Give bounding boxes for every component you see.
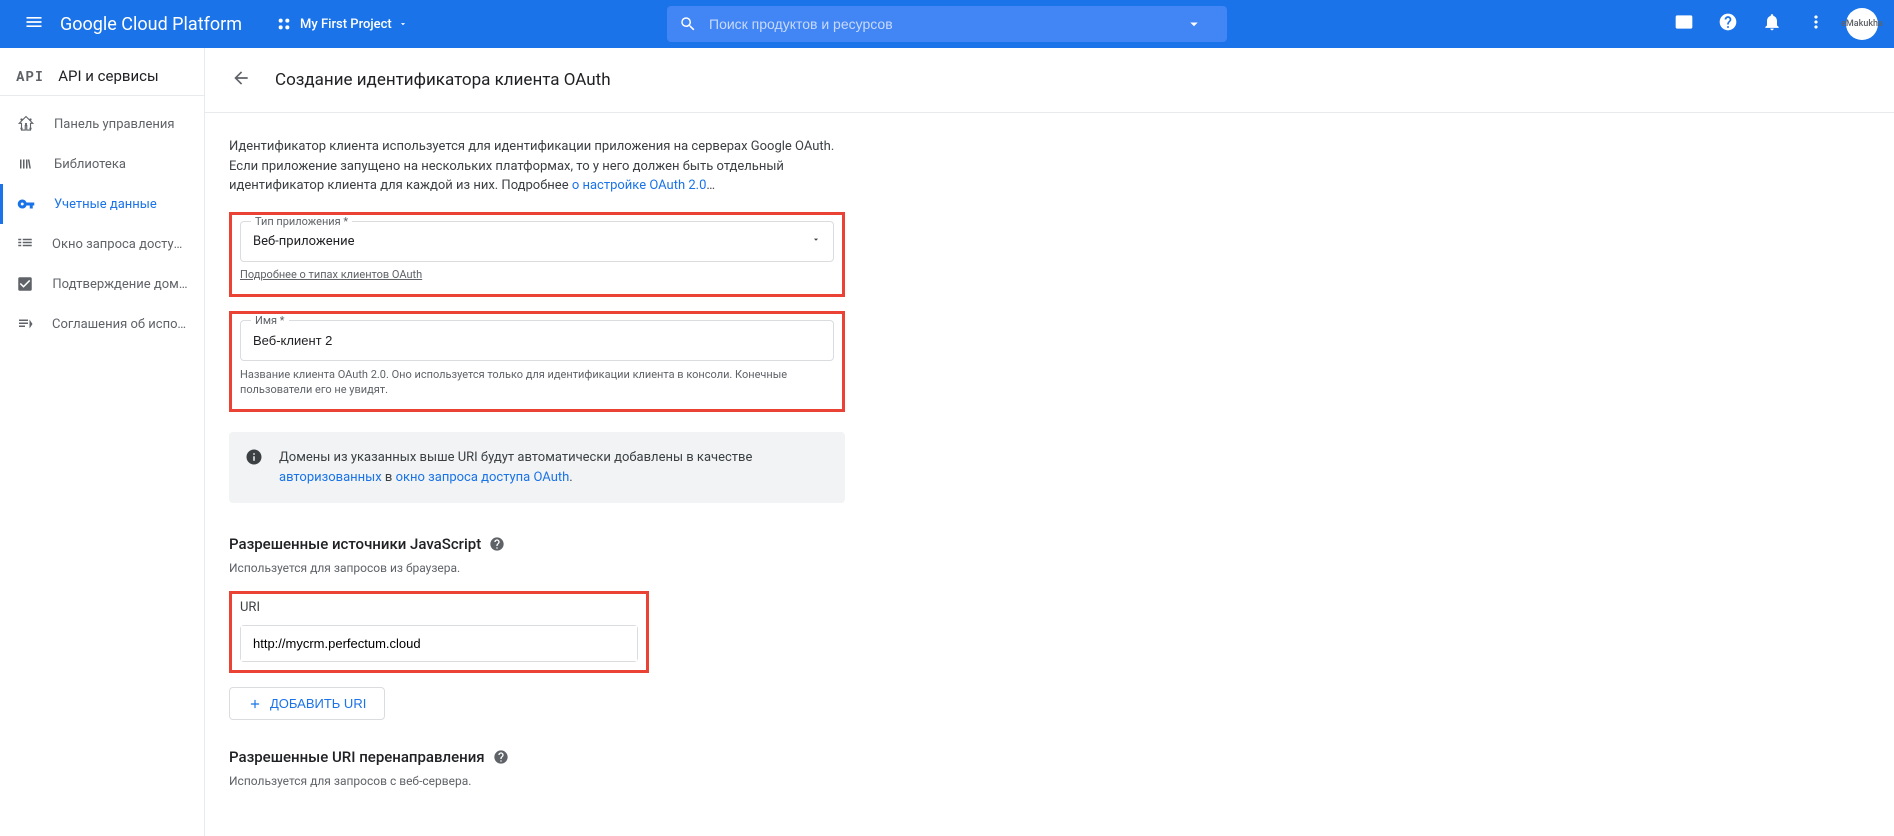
app-type-field[interactable]: Тип приложения * Веб-приложение bbox=[240, 221, 834, 262]
redirect-uris-section: Разрешенные URI перенаправления Использу… bbox=[229, 748, 845, 788]
sidebar-item-credentials[interactable]: Учетные данные bbox=[0, 184, 204, 224]
sidebar-header[interactable]: API API и сервисы bbox=[0, 56, 204, 96]
library-icon bbox=[16, 154, 36, 174]
user-avatar[interactable]: eMakukha bbox=[1846, 8, 1878, 40]
js-origins-section: Разрешенные источники JavaScript Использ… bbox=[229, 535, 845, 720]
sidebar-item-label: Панель управления bbox=[54, 117, 175, 132]
plus-icon bbox=[248, 697, 262, 711]
info-banner-text: Домены из указанных выше URI будут автом… bbox=[279, 448, 829, 487]
highlight-uri: URI bbox=[229, 591, 649, 673]
sidebar-item-label: Соглашения об использов... bbox=[52, 317, 188, 332]
header-actions: eMakukha bbox=[1666, 4, 1878, 44]
info-icon bbox=[245, 448, 263, 466]
menu-hamburger-icon[interactable] bbox=[16, 4, 52, 44]
uri-label: URI bbox=[240, 600, 638, 615]
sidebar-item-label: Подтверждение домена bbox=[52, 277, 188, 292]
back-arrow-icon[interactable] bbox=[225, 62, 257, 98]
name-label: Имя * bbox=[251, 314, 289, 327]
sidebar-item-dashboard[interactable]: Панель управления bbox=[0, 104, 204, 144]
add-uri-button[interactable]: ДОБАВИТЬ URI bbox=[229, 687, 385, 720]
highlight-app-type: Тип приложения * Веб-приложение Подробне… bbox=[229, 212, 845, 297]
name-input[interactable] bbox=[241, 321, 833, 360]
sidebar-item-domain-verify[interactable]: Подтверждение домена bbox=[0, 264, 204, 304]
agreement-icon bbox=[16, 314, 34, 334]
highlight-name: Имя * Название клиента OAuth 2.0. Оно ис… bbox=[229, 311, 845, 413]
uri-input[interactable] bbox=[241, 626, 637, 661]
js-origins-desc: Используется для запросов из браузера. bbox=[229, 561, 845, 575]
help-icon[interactable] bbox=[493, 749, 509, 765]
sidebar-item-library[interactable]: Библиотека bbox=[0, 144, 204, 184]
app-type-label: Тип приложения * bbox=[251, 215, 352, 228]
chevron-down-icon[interactable] bbox=[1185, 15, 1203, 33]
redirect-uris-title: Разрешенные URI перенаправления bbox=[229, 748, 845, 766]
sidebar-item-label: Окно запроса доступа OAu... bbox=[52, 237, 188, 252]
project-name: My First Project bbox=[300, 17, 392, 32]
chevron-down-icon bbox=[398, 19, 408, 29]
sidebar: API API и сервисы Панель управления Библ… bbox=[0, 48, 205, 836]
top-header: Google Cloud Platform My First Project e… bbox=[0, 0, 1894, 48]
search-container bbox=[667, 6, 1227, 42]
sidebar-item-label: Учетные данные bbox=[54, 197, 157, 212]
oauth-consent-link[interactable]: окно запроса доступа OAuth bbox=[396, 470, 570, 485]
info-banner: Домены из указанных выше URI будут автом… bbox=[229, 432, 845, 503]
cloud-shell-icon[interactable] bbox=[1666, 4, 1702, 44]
sidebar-item-agreements[interactable]: Соглашения об использов... bbox=[0, 304, 204, 344]
notifications-icon[interactable] bbox=[1754, 4, 1790, 44]
project-icon bbox=[276, 16, 292, 32]
name-field[interactable]: Имя * bbox=[240, 320, 834, 361]
page-title: Создание идентификатора клиента OAuth bbox=[275, 70, 611, 90]
sidebar-item-label: Библиотека bbox=[54, 157, 126, 172]
sidebar-title: API и сервисы bbox=[58, 67, 158, 85]
intro-text: Идентификатор клиента используется для и… bbox=[229, 137, 845, 196]
dashboard-icon bbox=[16, 114, 36, 134]
js-origins-title: Разрешенные источники JavaScript bbox=[229, 535, 845, 553]
api-logo-text: API bbox=[16, 66, 44, 85]
oauth-setup-link[interactable]: о настройке OAuth 2.0 bbox=[572, 178, 707, 193]
page-header: Создание идентификатора клиента OAuth bbox=[205, 48, 1894, 113]
search-input[interactable] bbox=[709, 16, 1173, 32]
search-icon bbox=[679, 15, 697, 33]
gcp-logo[interactable]: Google Cloud Platform bbox=[60, 14, 242, 35]
help-icon[interactable] bbox=[489, 536, 505, 552]
authorized-link[interactable]: авторизованных bbox=[279, 470, 382, 485]
more-vert-icon[interactable] bbox=[1798, 4, 1834, 44]
name-helper: Название клиента OAuth 2.0. Оно использу… bbox=[240, 367, 834, 398]
redirect-uris-desc: Используется для запросов с веб-сервера. bbox=[229, 774, 845, 788]
project-selector[interactable]: My First Project bbox=[266, 10, 418, 38]
verified-icon bbox=[16, 274, 34, 294]
oauth-client-types-link[interactable]: Подробнее о типах клиентов OAuth bbox=[240, 268, 422, 281]
sidebar-item-oauth-consent[interactable]: Окно запроса доступа OAu... bbox=[0, 224, 204, 264]
consent-icon bbox=[16, 234, 34, 254]
key-icon bbox=[16, 194, 36, 214]
search-box[interactable] bbox=[667, 6, 1227, 42]
help-icon[interactable] bbox=[1710, 4, 1746, 44]
main-content: Создание идентификатора клиента OAuth Ид… bbox=[205, 48, 1894, 836]
